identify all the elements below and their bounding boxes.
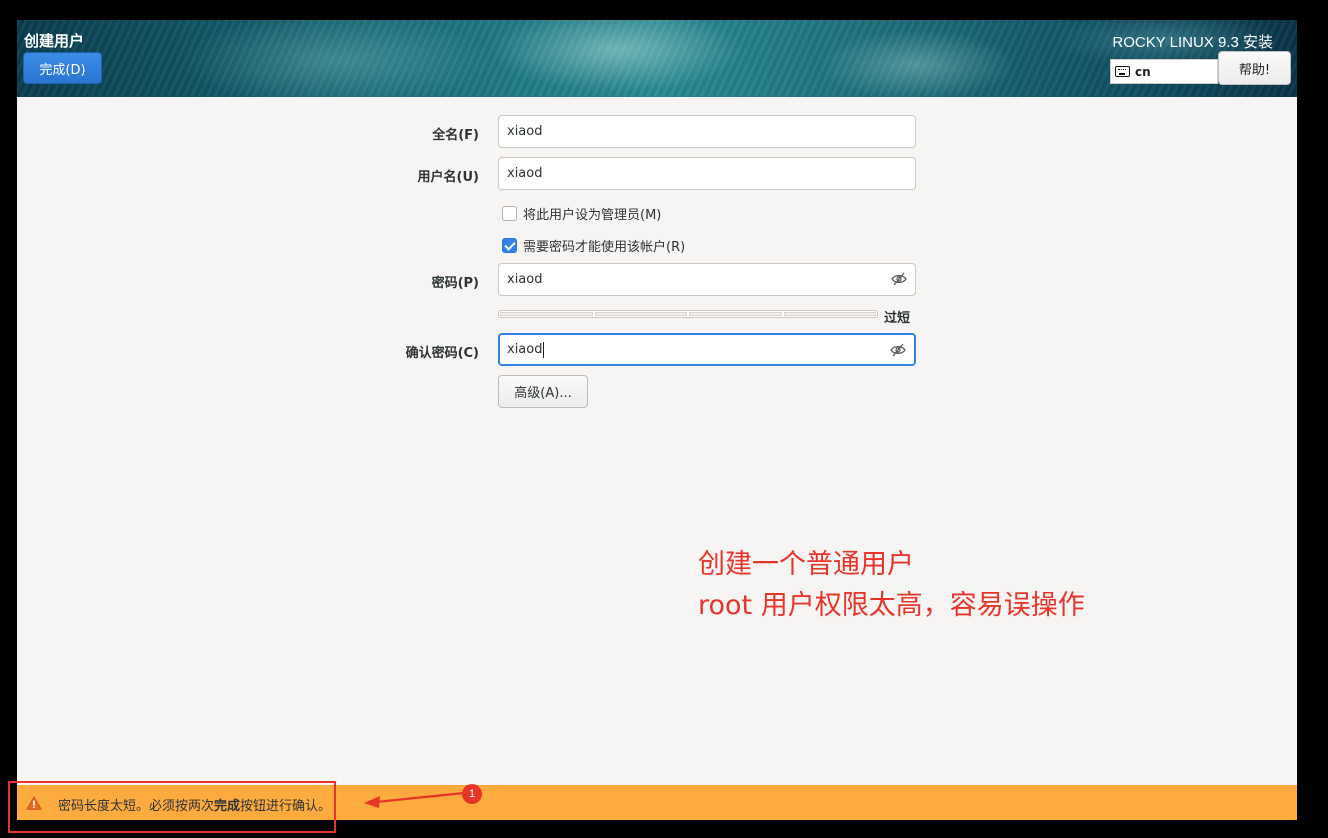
reveal-confirm-password-icon[interactable] <box>890 343 906 357</box>
annotation-line-1: 创建一个普通用户 <box>698 549 914 580</box>
installer-window: 创建用户 完成(D) ROCKY LINUX 9.3 安装 cn 帮助! 全名(… <box>17 20 1297 820</box>
strength-segment <box>594 312 687 316</box>
annotation-highlight-box <box>8 781 336 833</box>
annotation-arrow-icon <box>364 791 465 808</box>
require-password-checkbox[interactable] <box>502 238 517 253</box>
fullname-label: 全名(F) <box>432 128 479 143</box>
confirm-password-input[interactable]: xiaod <box>498 333 916 366</box>
username-value: xiaod <box>507 166 543 181</box>
admin-checkbox-row[interactable]: 将此用户设为管理员(M) <box>502 204 661 223</box>
strength-segment <box>500 312 593 316</box>
keyboard-icon <box>1115 66 1130 77</box>
require-password-checkbox-row[interactable]: 需要密码才能使用该帐户(R) <box>502 236 685 255</box>
strength-segment <box>783 312 876 316</box>
fullname-value: xiaod <box>507 124 543 139</box>
product-title: ROCKY LINUX 9.3 安装 <box>1112 34 1273 51</box>
keyboard-layout-indicator[interactable]: cn <box>1110 59 1218 84</box>
annotation-badge: 1 <box>462 784 482 804</box>
annotation-line-2: root 用户权限太高，容易误操作 <box>698 590 1085 621</box>
require-password-label: 需要密码才能使用该帐户(R) <box>523 240 686 255</box>
page-title: 创建用户 <box>24 32 85 50</box>
reveal-password-icon[interactable] <box>891 272 907 286</box>
help-button[interactable]: 帮助! <box>1218 51 1291 85</box>
advanced-button[interactable]: 高级(A)... <box>498 375 588 408</box>
keyboard-layout-label: cn <box>1135 64 1151 79</box>
password-strength-bar <box>498 310 878 318</box>
password-value: xiaod <box>507 272 543 287</box>
password-strength-label: 过短 <box>884 311 911 326</box>
username-label: 用户名(U) <box>417 170 479 185</box>
username-input[interactable]: xiaod <box>498 157 916 190</box>
strength-segment <box>689 312 782 316</box>
confirm-password-value: xiaod <box>507 342 543 357</box>
done-button[interactable]: 完成(D) <box>23 52 102 84</box>
password-label: 密码(P) <box>431 276 479 291</box>
text-caret <box>543 341 545 358</box>
confirm-password-label: 确认密码(C) <box>405 346 479 361</box>
admin-checkbox[interactable] <box>502 206 517 221</box>
password-input[interactable]: xiaod <box>498 263 916 296</box>
fullname-input[interactable]: xiaod <box>498 115 916 148</box>
header-bar: 创建用户 完成(D) ROCKY LINUX 9.3 安装 cn 帮助! <box>17 20 1297 97</box>
admin-checkbox-label: 将此用户设为管理员(M) <box>523 208 662 223</box>
